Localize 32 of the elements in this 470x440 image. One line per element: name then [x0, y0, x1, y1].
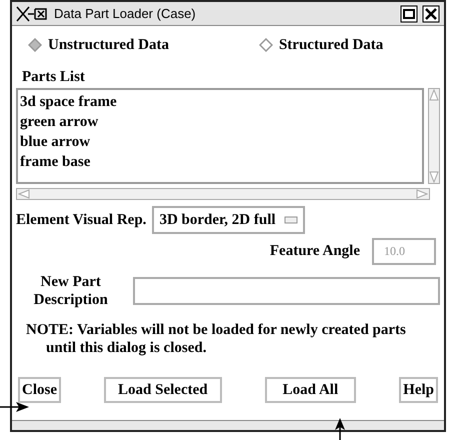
- radio-selected-icon[interactable]: [28, 38, 42, 52]
- scroll-left-icon[interactable]: [18, 189, 30, 199]
- scroll-up-icon[interactable]: [429, 89, 439, 101]
- new-part-description-field[interactable]: [133, 277, 440, 305]
- element-visual-rep-dropdown[interactable]: 3D border, 2D full: [152, 206, 305, 234]
- new-part-description-label: New Part Description: [32, 273, 109, 309]
- vertical-scrollbar[interactable]: [428, 88, 440, 184]
- pointer-arrow-icon: [0, 400, 30, 414]
- list-item[interactable]: green arrow: [20, 112, 422, 132]
- radio-label[interactable]: Structured Data: [278, 34, 384, 56]
- help-button[interactable]: Help: [399, 377, 438, 403]
- pointer-arrow-icon: [333, 418, 347, 440]
- close-icon[interactable]: [422, 4, 440, 22]
- list-item[interactable]: frame base: [20, 152, 422, 172]
- parts-list-label: Parts List: [21, 68, 86, 87]
- radio-label[interactable]: Unstructured Data: [48, 34, 169, 56]
- close-button[interactable]: Close: [18, 377, 61, 403]
- maximize-icon[interactable]: [400, 4, 418, 22]
- horizontal-scrollbar[interactable]: [16, 188, 430, 200]
- list-item[interactable]: blue arrow: [20, 132, 422, 152]
- scroll-down-icon[interactable]: [429, 171, 439, 183]
- load-selected-button[interactable]: Load Selected: [104, 377, 222, 403]
- option-menu-icon: [284, 216, 298, 224]
- list-item[interactable]: 3d space frame: [20, 92, 422, 112]
- note-text: NOTE: Variables will not be loaded for newly created parts until this dialog is closed.: [25, 321, 407, 357]
- radio-icon[interactable]: [258, 38, 273, 52]
- element-visual-rep-label: Element Visual Rep.: [16, 210, 146, 230]
- window-menu-icon[interactable]: [16, 6, 50, 22]
- scroll-right-icon[interactable]: [416, 189, 428, 199]
- load-all-button[interactable]: Load All: [264, 377, 356, 403]
- window-title: Data Part Loader (Case): [54, 4, 197, 23]
- feature-angle-label: Feature Angle: [270, 242, 360, 262]
